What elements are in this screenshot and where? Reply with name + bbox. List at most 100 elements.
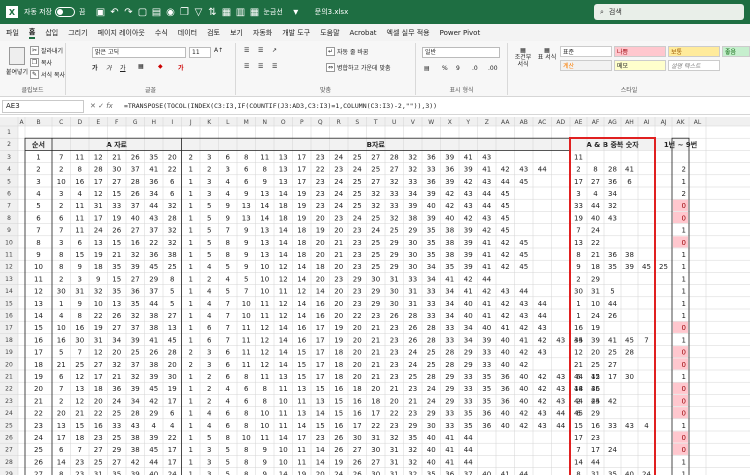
column-header-S[interactable]: S: [355, 119, 359, 126]
b-data-cell[interactable]: 8: [263, 397, 267, 405]
a-data-cell[interactable]: 35: [112, 288, 121, 296]
column-header-Q[interactable]: Q: [318, 119, 323, 126]
a-data-cell[interactable]: 7: [78, 446, 82, 454]
b-data-cell[interactable]: 43: [556, 373, 565, 381]
b-data-cell[interactable]: 14: [279, 227, 288, 235]
b-data-cell[interactable]: 6: [226, 361, 231, 369]
b-data-cell[interactable]: 2: [207, 373, 211, 381]
b-data-cell[interactable]: 39: [464, 251, 473, 259]
b-data-cell[interactable]: 38: [445, 251, 454, 259]
b-data-cell[interactable]: 40: [519, 385, 528, 393]
b-data-cell[interactable]: 42: [501, 263, 510, 271]
currency-icon[interactable]: ▤: [424, 65, 430, 72]
b-data-cell[interactable]: 41: [445, 446, 454, 454]
b-data-cell[interactable]: 41: [501, 471, 510, 475]
b-data-cell[interactable]: 16: [353, 397, 362, 405]
b-data-cell[interactable]: 23: [408, 410, 417, 418]
b-data-cell[interactable]: 14: [279, 239, 288, 247]
a-data-cell[interactable]: 37: [131, 202, 140, 210]
a-data-cell[interactable]: 25: [112, 410, 121, 418]
a-data-cell[interactable]: 35: [149, 153, 158, 161]
b-data-cell[interactable]: 39: [408, 202, 417, 210]
count-cell[interactable]: 1: [682, 373, 686, 381]
b-data-cell[interactable]: 14: [279, 251, 288, 259]
a-data-cell[interactable]: 33: [112, 202, 121, 210]
a-data-cell[interactable]: 41: [149, 166, 158, 174]
b-data-cell[interactable]: 32: [390, 178, 399, 186]
percent-icon[interactable]: %: [442, 65, 448, 72]
b-data-cell[interactable]: 40: [464, 300, 473, 308]
column-header-O[interactable]: O: [281, 119, 286, 126]
b-data-cell[interactable]: 10: [260, 422, 269, 430]
b-data-cell[interactable]: 34: [445, 300, 454, 308]
b-data-cell[interactable]: 23: [390, 361, 399, 369]
a-data-cell[interactable]: 24: [94, 227, 103, 235]
b-data-cell[interactable]: 23: [390, 373, 399, 381]
a-data-cell[interactable]: 13: [75, 385, 84, 393]
b-data-cell[interactable]: 17: [316, 349, 325, 357]
b-data-cell[interactable]: 9: [263, 458, 267, 466]
a-data-cell[interactable]: 28: [131, 410, 140, 418]
b-data-cell[interactable]: 36: [501, 385, 510, 393]
b-data-cell[interactable]: 36: [501, 397, 510, 405]
b-data-cell[interactable]: 14: [260, 202, 269, 210]
a-data-cell[interactable]: 3: [59, 239, 63, 247]
a-data-cell[interactable]: 32: [131, 312, 140, 320]
b-data-cell[interactable]: 5: [226, 471, 230, 475]
a-data-cell[interactable]: 37: [149, 227, 158, 235]
a-data-cell[interactable]: 37: [131, 324, 140, 332]
b-data-cell[interactable]: 20: [334, 263, 343, 271]
row-header[interactable]: 15: [5, 300, 13, 307]
cell-style-5[interactable]: 메모: [614, 60, 666, 71]
a-data-cell[interactable]: 12: [94, 349, 103, 357]
a-data-cell[interactable]: 44: [149, 458, 158, 466]
a-data-cell[interactable]: 20: [112, 349, 121, 357]
b-data-cell[interactable]: 11: [279, 410, 288, 418]
a-data-cell[interactable]: 8: [78, 166, 82, 174]
a-data-cell[interactable]: 32: [131, 373, 140, 381]
b-data-cell[interactable]: 33: [408, 275, 417, 283]
count-cell[interactable]: 2: [682, 166, 686, 174]
a-data-cell[interactable]: 13: [112, 300, 121, 308]
b-data-cell[interactable]: 34: [445, 312, 454, 320]
b-data-cell[interactable]: 22: [390, 410, 399, 418]
row-header[interactable]: 8: [7, 215, 11, 222]
b-data-cell[interactable]: 33: [390, 202, 399, 210]
b-data-cell[interactable]: 24: [334, 202, 343, 210]
b-data-cell[interactable]: 8: [244, 153, 248, 161]
b-data-cell[interactable]: 8: [226, 251, 230, 259]
b-data-cell[interactable]: 33: [445, 422, 454, 430]
b-data-cell[interactable]: 45: [501, 190, 510, 198]
index-cell[interactable]: 2: [36, 166, 40, 174]
b-data-cell[interactable]: 43: [538, 410, 547, 418]
a-data-cell[interactable]: 20: [168, 153, 177, 161]
b-data-cell[interactable]: 8: [226, 239, 230, 247]
index-cell[interactable]: 20: [34, 385, 43, 393]
a-data-cell[interactable]: 11: [75, 202, 84, 210]
b-data-cell[interactable]: 31: [371, 434, 380, 442]
row-header[interactable]: 5: [7, 178, 11, 185]
a-data-cell[interactable]: 15: [112, 275, 121, 283]
b-data-cell[interactable]: 43: [464, 202, 473, 210]
cancel-icon[interactable]: ✕: [90, 102, 96, 110]
a-data-cell[interactable]: 13: [168, 324, 177, 332]
b-data-cell[interactable]: 25: [353, 178, 362, 186]
b-data-cell[interactable]: 7: [244, 288, 248, 296]
b-data-cell[interactable]: 24: [427, 397, 436, 405]
menu-item[interactable]: 검토: [207, 28, 220, 38]
b-data-cell[interactable]: 13: [279, 166, 288, 174]
b-data-cell[interactable]: 9: [263, 446, 267, 454]
b-data-cell[interactable]: 1: [189, 385, 193, 393]
b-data-cell[interactable]: 9: [244, 227, 248, 235]
b-data-cell[interactable]: 23: [353, 251, 362, 259]
a-data-cell[interactable]: 3: [78, 275, 82, 283]
column-header-B[interactable]: B: [36, 119, 40, 126]
b-data-cell[interactable]: 3: [207, 178, 211, 186]
a-data-cell[interactable]: 42: [149, 397, 158, 405]
b-data-cell[interactable]: 41: [482, 300, 491, 308]
b-data-cell[interactable]: 35: [464, 410, 473, 418]
b-data-cell[interactable]: 12: [279, 263, 288, 271]
name-box[interactable]: AE3: [2, 100, 84, 113]
b-data-cell[interactable]: 9: [263, 471, 267, 475]
a-data-cell[interactable]: 2: [59, 275, 63, 283]
